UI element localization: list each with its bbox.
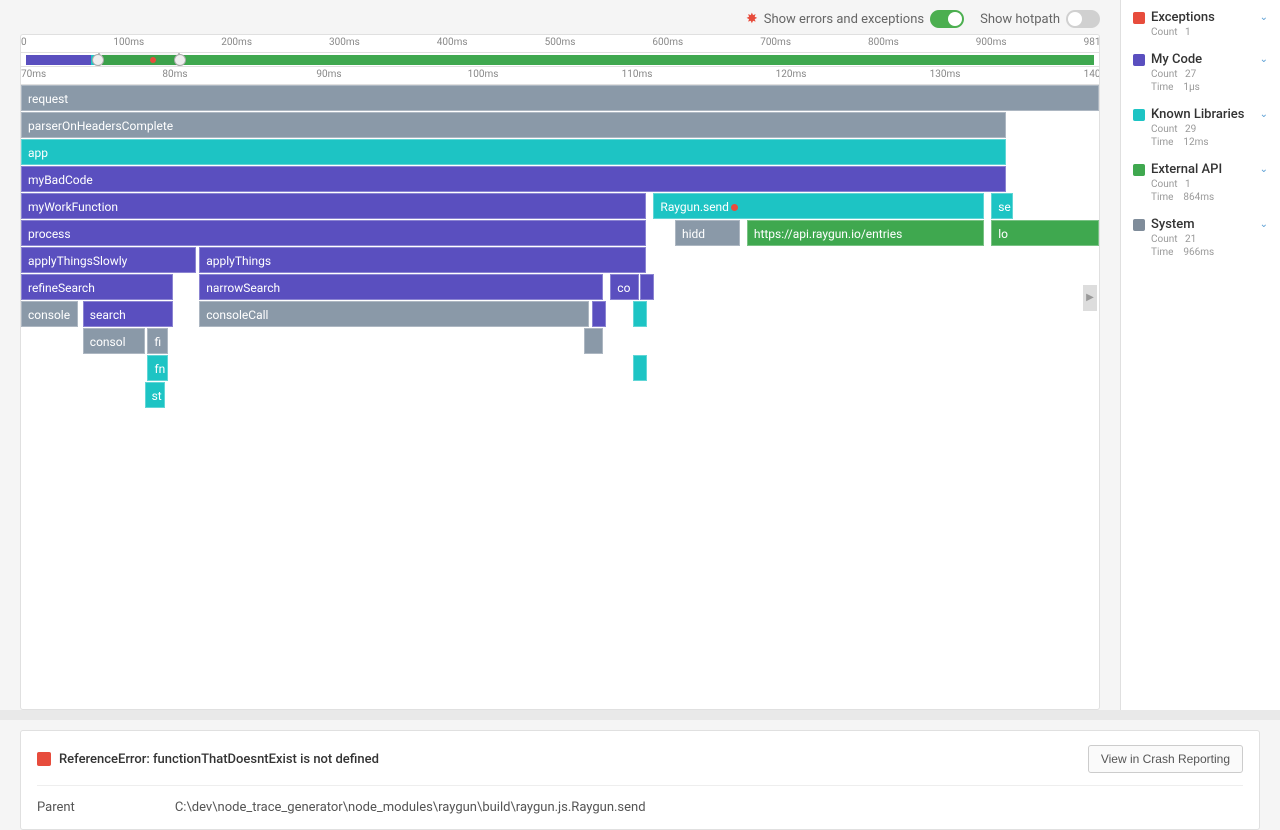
- detail-ruler: 70ms80ms90ms100ms110ms120ms130ms140ms: [21, 67, 1099, 85]
- legend-swatch: [1133, 164, 1145, 176]
- flame-span[interactable]: process: [21, 220, 646, 246]
- legend-swatch: [1133, 12, 1145, 24]
- flame-span[interactable]: app: [21, 139, 1006, 165]
- flame-span[interactable]: myWorkFunction: [21, 193, 646, 219]
- error-title: ReferenceError: functionThatDoesntExist …: [59, 752, 1080, 767]
- legend-row[interactable]: Known Libraries⌄: [1133, 107, 1268, 122]
- parent-value: C:\dev\node_trace_generator\node_modules…: [175, 800, 646, 815]
- flame-span[interactable]: request: [21, 85, 1099, 111]
- legend-row[interactable]: Exceptions⌄: [1133, 10, 1268, 25]
- flame-span[interactable]: narrowSearch: [199, 274, 603, 300]
- parent-label: Parent: [37, 800, 75, 815]
- flame-span[interactable]: co: [610, 274, 639, 300]
- flame-span[interactable]: consoleCall: [199, 301, 589, 327]
- errors-toggle-label: Show errors and exceptions: [764, 12, 924, 27]
- trace-panel: 0100ms200ms300ms400ms500ms600ms700ms800m…: [20, 34, 1100, 710]
- flame-span[interactable]: [592, 301, 606, 327]
- taskbar: [0, 710, 1280, 720]
- minimap[interactable]: [21, 53, 1099, 67]
- flame-span[interactable]: consol: [83, 328, 145, 354]
- nav-right-button[interactable]: ▶: [1083, 285, 1097, 311]
- flame-span[interactable]: [640, 274, 654, 300]
- legend-swatch: [1133, 219, 1145, 231]
- flame-span[interactable]: applyThings: [199, 247, 646, 273]
- overview-ruler: 0100ms200ms300ms400ms500ms600ms700ms800m…: [21, 35, 1099, 53]
- flame-span[interactable]: myBadCode: [21, 166, 1006, 192]
- chevron-down-icon: ⌄: [1260, 164, 1268, 175]
- flame-span[interactable]: fn: [147, 355, 167, 381]
- flame-span[interactable]: https://api.raygun.io/entries: [747, 220, 984, 246]
- flame-graph: requestparserOnHeadersCompleteappmyBadCo…: [21, 85, 1099, 709]
- flame-span[interactable]: search: [83, 301, 174, 327]
- hotpath-toggle[interactable]: [1066, 10, 1100, 28]
- flame-span[interactable]: se: [991, 193, 1013, 219]
- view-crash-button[interactable]: View in Crash Reporting: [1088, 745, 1243, 773]
- flame-span[interactable]: [584, 328, 603, 354]
- flame-span[interactable]: console: [21, 301, 78, 327]
- legend-row[interactable]: System⌄: [1133, 217, 1268, 232]
- bug-icon: ✸: [746, 11, 758, 27]
- flame-span[interactable]: hidd: [675, 220, 740, 246]
- flame-span[interactable]: applyThingsSlowly: [21, 247, 196, 273]
- view-toggles: ✸ Show errors and exceptions Show hotpat…: [20, 10, 1100, 28]
- chevron-down-icon: ⌄: [1260, 219, 1268, 230]
- legend-row[interactable]: External API⌄: [1133, 162, 1268, 177]
- error-detail-panel: ReferenceError: functionThatDoesntExist …: [20, 730, 1260, 830]
- errors-toggle[interactable]: [930, 10, 964, 28]
- flame-span[interactable]: parserOnHeadersComplete: [21, 112, 1006, 138]
- flame-span[interactable]: [633, 301, 647, 327]
- hotpath-toggle-label: Show hotpath: [980, 12, 1060, 27]
- flame-span[interactable]: refineSearch: [21, 274, 173, 300]
- legend-sidebar: Exceptions⌄Count 1My Code⌄Count 27Time 1…: [1120, 0, 1280, 720]
- legend-row[interactable]: My Code⌄: [1133, 52, 1268, 67]
- flame-span[interactable]: st: [145, 382, 165, 408]
- error-swatch: [37, 752, 51, 766]
- chevron-down-icon: ⌄: [1260, 109, 1268, 120]
- flame-span[interactable]: lo: [991, 220, 1099, 246]
- flame-span[interactable]: Raygun.send: [653, 193, 984, 219]
- legend-swatch: [1133, 54, 1145, 66]
- chevron-down-icon: ⌄: [1260, 12, 1268, 23]
- legend-swatch: [1133, 109, 1145, 121]
- flame-span[interactable]: fi: [147, 328, 167, 354]
- flame-span[interactable]: [633, 355, 647, 381]
- chevron-down-icon: ⌄: [1260, 54, 1268, 65]
